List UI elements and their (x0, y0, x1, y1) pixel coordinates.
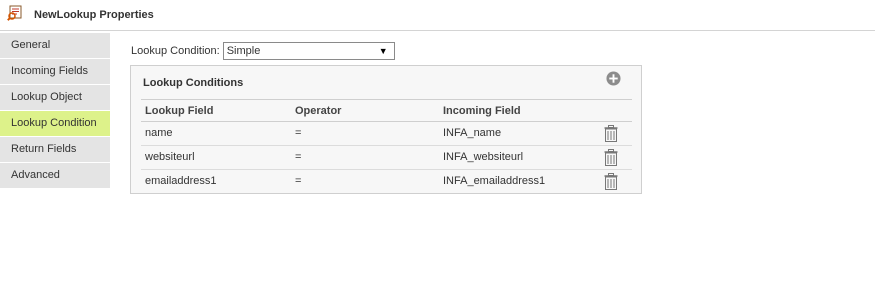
sidebar: General Incoming Fields Lookup Object Lo… (0, 33, 110, 189)
trash-icon[interactable] (603, 173, 619, 190)
table-row: emailaddress1 = INFA_emailaddress1 (141, 170, 632, 194)
trash-icon[interactable] (603, 125, 619, 142)
sidebar-item-return-fields[interactable]: Return Fields (0, 137, 110, 163)
operator-cell[interactable]: = (295, 127, 301, 139)
add-circle-icon[interactable] (606, 71, 621, 86)
table-header: Lookup Field Operator Incoming Field (141, 99, 632, 122)
lookup-condition-row: Lookup Condition: Simple ▼ (131, 42, 395, 60)
lookup-condition-select[interactable]: Simple ▼ (222, 42, 395, 60)
page-title: NewLookup Properties (34, 9, 154, 21)
lookup-field-cell[interactable]: emailaddress1 (145, 175, 217, 187)
lookup-field-cell[interactable]: websiteurl (145, 151, 195, 163)
column-header-operator: Operator (295, 105, 342, 117)
sidebar-item-advanced[interactable]: Advanced (0, 163, 110, 189)
lookup-condition-label: Lookup Condition: (131, 45, 220, 57)
lookup-field-cell[interactable]: name (145, 127, 173, 139)
conditions-table: Lookup Field Operator Incoming Field nam… (141, 99, 632, 194)
sidebar-item-lookup-condition[interactable]: Lookup Condition (0, 111, 110, 137)
lookup-condition-selected-value: Simple (226, 45, 261, 57)
sidebar-item-lookup-object[interactable]: Lookup Object (0, 85, 110, 111)
lookup-properties-icon (7, 5, 22, 21)
column-header-incoming-field: Incoming Field (443, 105, 521, 117)
incoming-field-cell[interactable]: INFA_name (443, 127, 501, 139)
incoming-field-cell[interactable]: INFA_emailaddress1 (443, 175, 545, 187)
table-row: name = INFA_name (141, 122, 632, 146)
lookup-conditions-panel: Lookup Conditions Lookup Field Operator … (130, 65, 642, 194)
header-bar: NewLookup Properties (0, 0, 875, 31)
column-header-lookup-field: Lookup Field (145, 105, 214, 117)
operator-cell[interactable]: = (295, 151, 301, 163)
panel-title: Lookup Conditions (143, 77, 244, 89)
incoming-field-cell[interactable]: INFA_websiteurl (443, 151, 523, 163)
table-row: websiteurl = INFA_websiteurl (141, 146, 632, 170)
dropdown-arrow-icon: ▼ (378, 46, 388, 56)
sidebar-item-incoming-fields[interactable]: Incoming Fields (0, 59, 110, 85)
sidebar-item-general[interactable]: General (0, 33, 110, 59)
operator-cell[interactable]: = (295, 175, 301, 187)
trash-icon[interactable] (603, 149, 619, 166)
